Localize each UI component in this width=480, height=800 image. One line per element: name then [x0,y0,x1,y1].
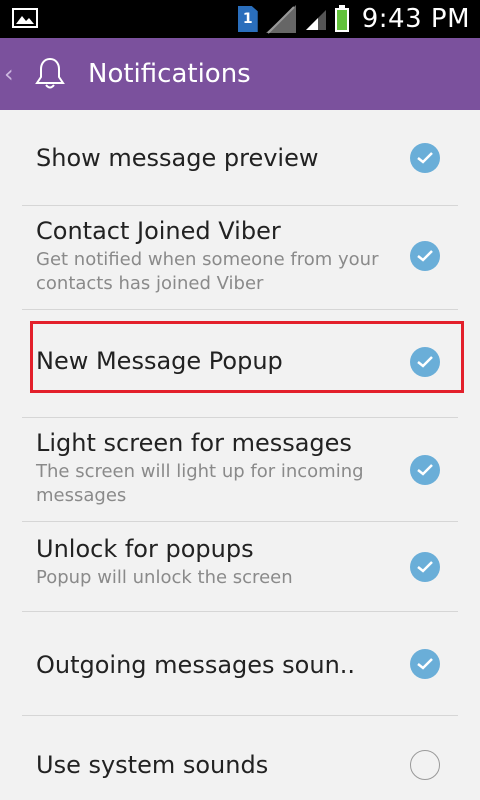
back-chevron-icon[interactable]: ‹ [4,62,24,86]
setting-outgoing-messages-sound[interactable]: Outgoing messages soun.. [0,612,480,716]
setting-title: Light screen for messages [36,429,352,457]
setting-new-message-popup[interactable]: New Message Popup [0,310,480,418]
checkbox-checked-icon[interactable] [410,649,440,679]
gallery-icon [12,8,38,28]
status-icons: 1 9:43 PM [237,0,470,38]
setting-summary: Get notified when someone from your cont… [36,249,379,294]
setting-title: New Message Popup [36,347,283,375]
setting-show-message-preview[interactable]: Show message preview [0,110,480,206]
setting-title: Show message preview [36,144,319,172]
checkbox-checked-icon[interactable] [410,143,440,173]
status-time: 9:43 PM [361,4,470,34]
setting-use-system-sounds[interactable]: Use system sounds [0,716,480,800]
setting-title: Outgoing messages soun.. [36,651,356,679]
battery-icon [334,5,349,32]
sim-icon: 1 [237,6,258,32]
no-signal-icon [265,5,296,34]
setting-title: Use system sounds [36,751,269,779]
checkbox-checked-icon[interactable] [410,455,440,485]
setting-light-screen-for-messages[interactable]: Light screen for messages The screen wil… [0,418,480,522]
checkbox-checked-icon[interactable] [410,552,440,582]
page-title: Notifications [88,59,251,89]
checkbox-unchecked-icon[interactable] [410,750,440,780]
settings-list: Show message preview Contact Joined Vibe… [0,110,480,800]
action-bar: ‹ Notifications [0,38,480,110]
status-bar: 1 9:43 PM [0,0,480,38]
setting-contact-joined-viber[interactable]: Contact Joined Viber Get notified when s… [0,206,480,310]
signal-icon [305,10,326,30]
checkbox-checked-icon[interactable] [410,241,440,271]
setting-title: Unlock for popups [36,535,254,563]
bell-icon[interactable] [30,54,70,94]
setting-unlock-for-popups[interactable]: Unlock for popups Popup will unlock the … [0,522,480,612]
setting-summary: The screen will light up for incoming me… [36,461,364,506]
setting-title: Contact Joined Viber [36,217,281,245]
checkbox-checked-icon[interactable] [410,347,440,377]
setting-summary: Popup will unlock the screen [36,567,293,588]
